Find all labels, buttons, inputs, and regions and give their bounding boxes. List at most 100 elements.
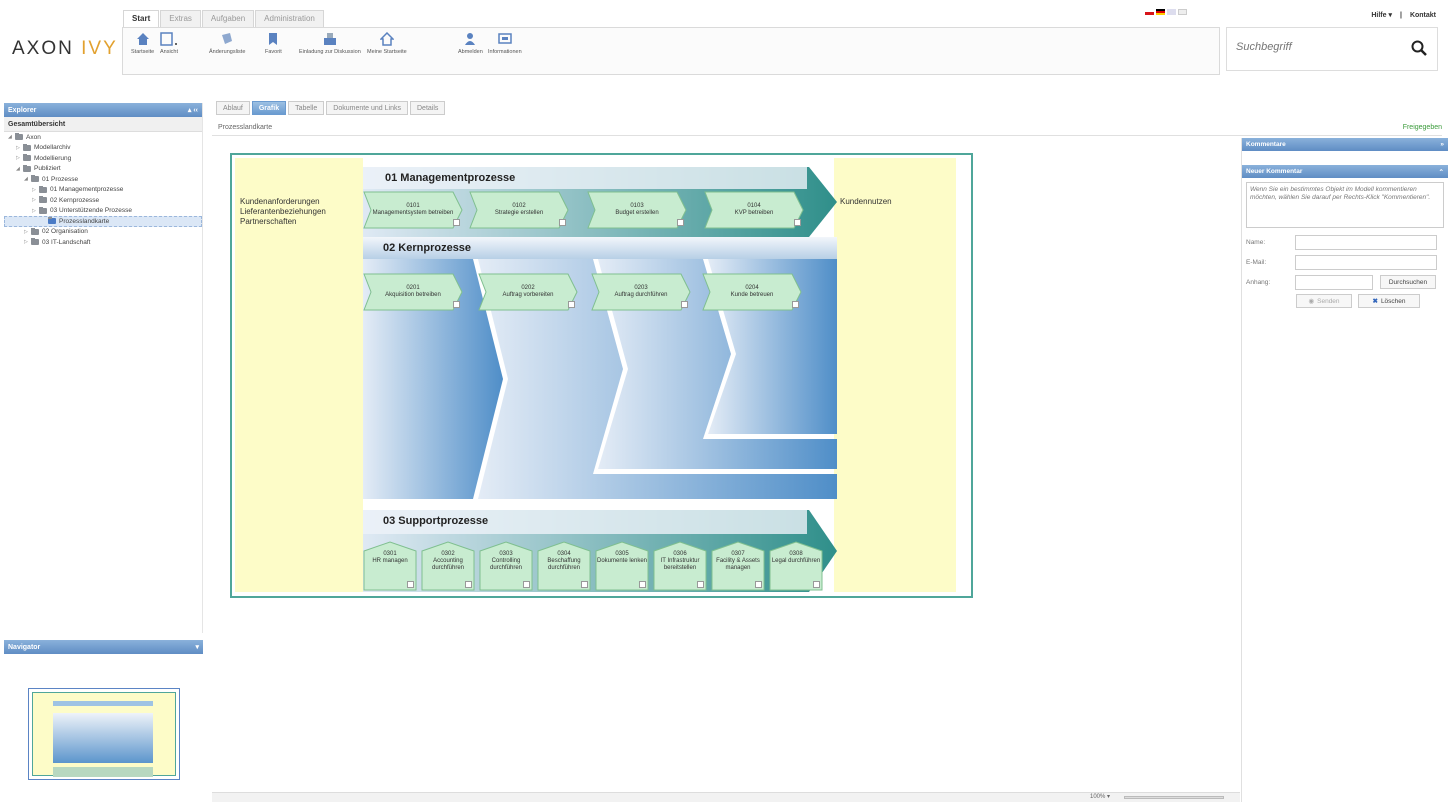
support-step[interactable]: 0308 Legal durchführen (769, 541, 823, 591)
process-step[interactable]: 0102 Strategie erstellen (469, 191, 569, 229)
name-row: Name: (1242, 232, 1448, 252)
tab-ablauf[interactable]: Ablauf (216, 101, 250, 115)
attachment-field[interactable] (1295, 274, 1373, 290)
flag-de-icon[interactable] (1156, 9, 1165, 15)
process-label: Accounting durchführen (431, 558, 465, 571)
support-step[interactable]: 0305 Dokumente lenken (595, 541, 649, 591)
flag-en-icon[interactable] (1167, 9, 1176, 15)
expand-triangle-icon[interactable]: ▷ (32, 197, 39, 203)
einladung-button[interactable]: Einladung zur Diskussion (299, 32, 361, 55)
collapse-icon[interactable]: ▴ ‹‹ (188, 106, 198, 114)
process-code: 0303 (499, 551, 513, 557)
ribbon-toolbar: Startseite Ansicht Änderungsliste Favori… (122, 27, 1220, 75)
invitation-icon (323, 33, 336, 45)
process-step[interactable]: 0203 Auftrag durchführen (591, 273, 691, 311)
menu-tab-administration[interactable]: Administration (255, 10, 324, 27)
tree-item[interactable]: ◢ 01 Prozesse (4, 174, 202, 185)
support-step[interactable]: 0303 Controlling durchführen (479, 541, 533, 591)
support-step[interactable]: 0302 Accounting durchführen (421, 541, 475, 591)
process-code: 0305 (615, 551, 629, 557)
startseite-button[interactable]: Startseite (131, 32, 154, 55)
tree-item[interactable]: ▷ Modellarchiv (4, 143, 202, 154)
menu-tab-aufgaben[interactable]: Aufgaben (201, 10, 255, 27)
document-icon (453, 219, 460, 226)
zoom-level[interactable]: 100% ▾ (1090, 793, 1110, 800)
tree-item[interactable]: ▷ 02 Organisation (4, 227, 202, 238)
contact-link[interactable]: Kontakt (1410, 12, 1436, 19)
tree-item[interactable]: ▷ 03 IT-Landschaft (4, 237, 202, 248)
aenderungsliste-button[interactable]: Änderungsliste (209, 32, 245, 55)
process-map: Kundenanforderungen Lieferantenbeziehunge… (230, 153, 973, 598)
collapse-icon[interactable]: ⌃ (1439, 168, 1444, 176)
browse-button[interactable]: Durchsuchen (1380, 275, 1436, 289)
tab-dokumente[interactable]: Dokumente und Links (326, 101, 408, 115)
tree-item[interactable]: Prozesslandkarte (4, 216, 202, 227)
process-step[interactable]: 0201 Akquisition betreiben (363, 273, 463, 311)
comment-textarea[interactable]: Wenn Sie ein bestimmtes Objekt im Modell… (1246, 182, 1444, 228)
expand-triangle-icon[interactable]: ▷ (32, 187, 39, 193)
tree-item-label: 01 Managementprozesse (50, 186, 124, 194)
tree-item[interactable]: ▷ 03 Unterstützende Prozesse (4, 206, 202, 217)
expand-triangle-icon[interactable]: ▷ (24, 239, 31, 245)
process-step[interactable]: 0103 Budget erstellen (587, 191, 687, 229)
support-step[interactable]: 0306 IT Infrastruktur bereitstellen (653, 541, 707, 591)
tab-grafik[interactable]: Grafik (251, 101, 287, 115)
expand-triangle-icon[interactable]: ◢ (16, 166, 23, 172)
tree-item[interactable]: ◢ Axon (4, 132, 202, 143)
document-icon (559, 219, 566, 226)
breadcrumb[interactable]: Prozesslandkarte (218, 124, 272, 131)
informationen-button[interactable]: Informationen (488, 32, 522, 55)
ansicht-button[interactable]: Ansicht (159, 32, 179, 55)
support-step[interactable]: 0301 HR managen (363, 541, 417, 591)
delete-button[interactable]: ✖ Löschen (1358, 294, 1420, 308)
send-button[interactable]: ◉ Senden (1296, 294, 1352, 308)
chevron-down-icon[interactable]: ▾ (195, 643, 199, 651)
folder-icon (39, 185, 47, 193)
favorit-button[interactable]: Favorit (265, 32, 282, 55)
tab-details[interactable]: Details (410, 101, 446, 115)
navigator-thumbnail[interactable] (28, 688, 180, 780)
navigator-header: Navigator ▾ (4, 640, 203, 654)
expand-triangle-icon[interactable]: ▷ (16, 145, 23, 151)
help-link[interactable]: Hilfe ▾ (1371, 12, 1392, 19)
email-row: E-Mail: (1242, 252, 1448, 272)
process-label: Managementsystem betreiben (372, 210, 454, 216)
flag-cz-icon[interactable] (1145, 9, 1154, 15)
abmelden-button[interactable]: Abmelden (458, 32, 483, 55)
name-field[interactable] (1295, 234, 1437, 250)
expand-triangle-icon[interactable]: ◢ (8, 134, 15, 140)
process-code: 0102 (512, 203, 526, 209)
tree-item-label: 01 Prozesse (42, 175, 79, 183)
zoom-slider[interactable] (1124, 796, 1224, 799)
search-input[interactable] (1236, 41, 1406, 53)
tree-item[interactable]: ◢ Publiziert (4, 164, 202, 175)
expand-triangle-icon[interactable]: ▷ (24, 229, 31, 235)
language-flags (1145, 9, 1187, 15)
process-step[interactable]: 0104 KVP betreiben (704, 191, 804, 229)
user-icon (465, 33, 476, 45)
support-step[interactable]: 0304 Beschaffung durchführen (537, 541, 591, 591)
document-icon (755, 581, 762, 588)
email-field[interactable] (1295, 254, 1437, 270)
expand-triangle-icon[interactable]: ▷ (16, 155, 23, 161)
process-code: 0307 (731, 551, 745, 557)
tree-item[interactable]: ▷ Modellierung (4, 153, 202, 164)
process-step[interactable]: 0204 Kunde betreuen (702, 273, 802, 311)
process-code: 0301 (383, 551, 397, 557)
process-step[interactable]: 0101 Managementsystem betreiben (363, 191, 463, 229)
tab-tabelle[interactable]: Tabelle (288, 101, 325, 115)
tree-item-label: Axon (26, 133, 41, 141)
process-step[interactable]: 0202 Auftrag vorbereiten (478, 273, 578, 311)
flag-fr-icon[interactable] (1178, 9, 1187, 15)
support-step[interactable]: 0307 Facility & Assets managen (711, 541, 765, 591)
menu-tab-extras[interactable]: Extras (160, 10, 201, 27)
expand-triangle-icon[interactable]: ▷ (32, 208, 39, 214)
tree-item[interactable]: ▷ 02 Kernprozesse (4, 195, 202, 206)
expand-triangle-icon[interactable]: ◢ (24, 176, 31, 182)
meine-startseite-button[interactable]: Meine Startseite (367, 32, 407, 55)
expand-icon[interactable]: » (1440, 141, 1444, 148)
search-icon[interactable] (1411, 40, 1427, 56)
tree-item[interactable]: ▷ 01 Managementprozesse (4, 185, 202, 196)
process-code: 0304 (557, 551, 571, 557)
menu-tab-start[interactable]: Start (123, 10, 160, 27)
